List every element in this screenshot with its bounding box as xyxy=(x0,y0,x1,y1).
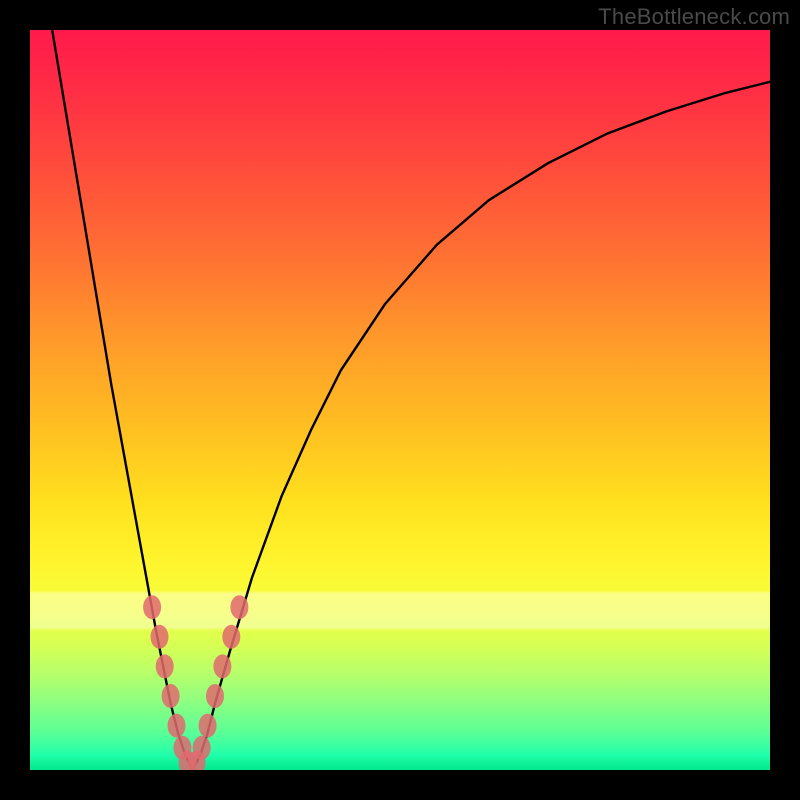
data-dot xyxy=(230,595,248,619)
data-dot xyxy=(156,654,174,678)
data-dot xyxy=(206,684,224,708)
data-dot xyxy=(151,625,169,649)
curve-layer xyxy=(30,30,770,770)
data-dot xyxy=(193,736,211,760)
data-dot xyxy=(162,684,180,708)
data-dot xyxy=(168,714,186,738)
watermark-text: TheBottleneck.com xyxy=(598,4,790,30)
data-dot xyxy=(199,714,217,738)
data-dot xyxy=(222,625,240,649)
chart-frame: TheBottleneck.com xyxy=(0,0,800,800)
data-dot xyxy=(213,654,231,678)
data-dots xyxy=(143,595,248,770)
data-dot xyxy=(143,595,161,619)
plot-area xyxy=(30,30,770,770)
